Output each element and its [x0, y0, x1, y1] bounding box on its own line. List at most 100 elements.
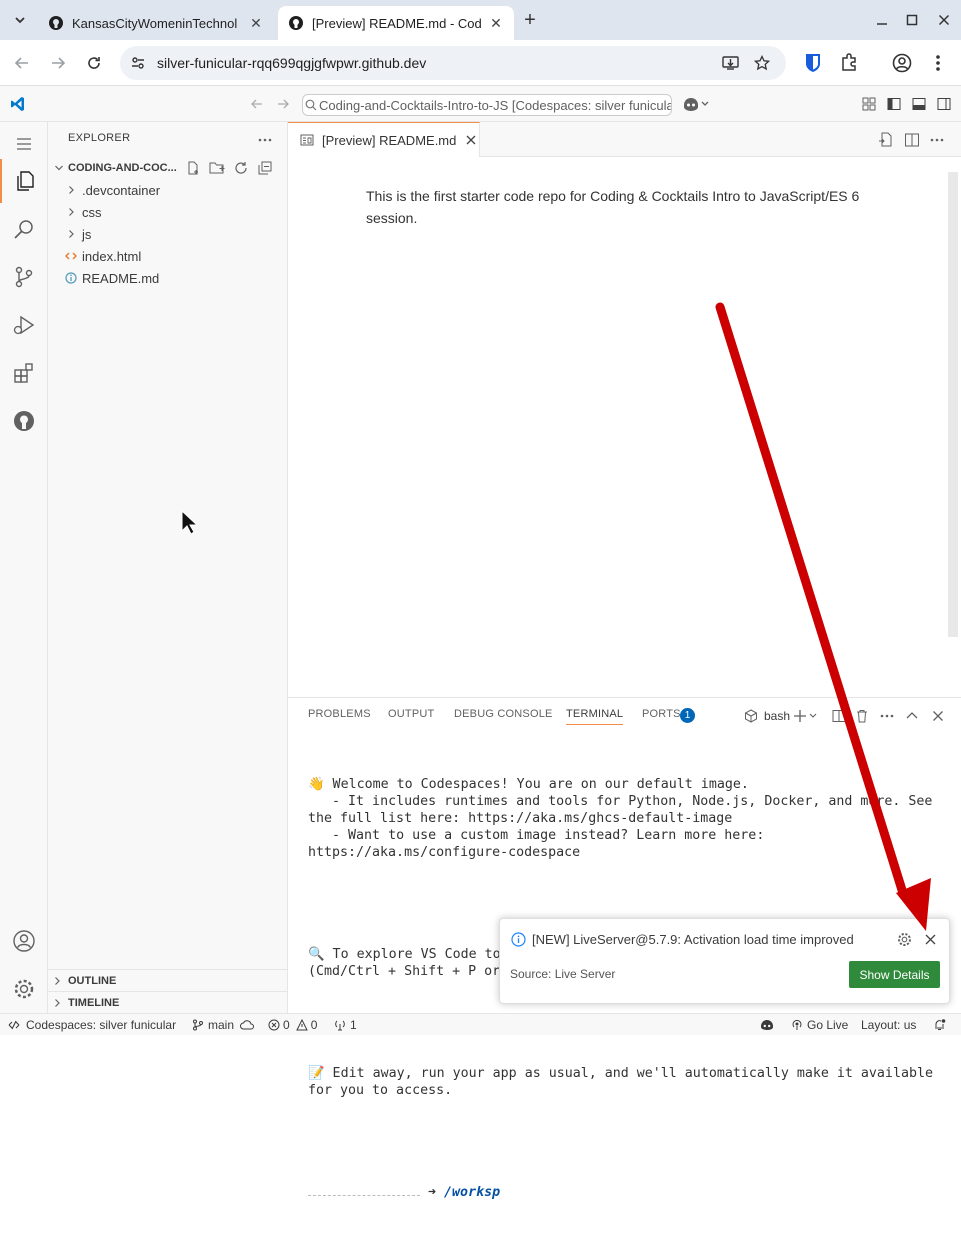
close-tab-icon[interactable]: ✕: [248, 15, 264, 32]
new-folder-icon[interactable]: [209, 161, 225, 175]
close-icon[interactable]: [466, 135, 476, 145]
activity-explorer[interactable]: [0, 159, 48, 203]
forwarded-ports-indicator[interactable]: 1: [334, 1014, 357, 1035]
chevron-right-icon: [69, 230, 74, 238]
activity-source-control[interactable]: [0, 255, 48, 299]
close-window-button[interactable]: [934, 10, 954, 30]
gear-icon[interactable]: [897, 932, 912, 947]
workspace-root[interactable]: CODING-AND-COC...: [48, 157, 287, 179]
tree-item-css[interactable]: css: [48, 201, 287, 223]
panel-tab-terminal[interactable]: TERMINAL: [566, 708, 624, 725]
branch-indicator[interactable]: main: [192, 1014, 254, 1035]
install-app-icon[interactable]: [722, 55, 739, 71]
notifications-bell[interactable]: [933, 1014, 946, 1035]
terminal-shell-label[interactable]: bash: [764, 709, 790, 723]
show-details-button[interactable]: Show Details: [849, 961, 940, 988]
activity-accounts[interactable]: [0, 919, 48, 963]
editor-tab-label: [Preview] README.md: [322, 132, 457, 148]
close-panel-icon[interactable]: [931, 709, 945, 723]
error-icon: [268, 1019, 280, 1030]
go-live-button[interactable]: Go Live: [791, 1014, 848, 1035]
bookmark-star-icon[interactable]: [754, 55, 770, 71]
tree-item-devcontainer[interactable]: .devcontainer: [48, 179, 287, 201]
remote-icon: [8, 1020, 20, 1029]
files-icon: [17, 171, 34, 191]
chrome-menu-icon[interactable]: [934, 53, 942, 73]
notification-toast: [NEW] LiveServer@5.7.9: Activation load …: [499, 918, 950, 1004]
toggle-sidebar-icon[interactable]: [887, 97, 901, 111]
panel-tab-output[interactable]: OUTPUT: [388, 708, 434, 720]
github-icon: [49, 16, 63, 30]
bell-dot-icon: [935, 1019, 946, 1030]
split-editor-icon[interactable]: [904, 132, 920, 148]
problems-indicator[interactable]: 0 0: [268, 1014, 317, 1035]
warning-count: 0: [310, 1017, 318, 1032]
terminal-edit-text: 📝 Edit away, run your app as usual, and …: [308, 1066, 941, 1098]
url-text: silver-funicular-rqq699qgjgfwpwr.github.…: [157, 55, 427, 71]
activity-search[interactable]: [0, 207, 48, 251]
chevron-up-icon[interactable]: [905, 709, 919, 723]
site-info-icon[interactable]: [130, 55, 146, 71]
minimize-button[interactable]: [872, 10, 892, 30]
new-file-icon[interactable]: [186, 161, 200, 175]
outline-section[interactable]: OUTLINE: [48, 969, 287, 991]
tree-item-label: js: [82, 226, 92, 242]
activity-run-debug[interactable]: [0, 303, 48, 347]
copilot-status[interactable]: [760, 1014, 774, 1035]
remote-indicator[interactable]: Codespaces: silver funicular: [0, 1014, 186, 1035]
copilot-icon[interactable]: [682, 96, 710, 112]
more-actions-icon[interactable]: [930, 138, 944, 142]
chevron-right-icon: [69, 208, 74, 216]
tree-item-js[interactable]: js: [48, 223, 287, 245]
warning-icon: [295, 1018, 308, 1030]
panel-tab-debug-console[interactable]: DEBUG CONSOLE: [454, 708, 553, 720]
back-button[interactable]: [11, 52, 33, 74]
browser-tab-title: [Preview] README.md - Cod: [312, 15, 482, 31]
toggle-panel-icon[interactable]: [912, 97, 926, 111]
open-source-icon[interactable]: [878, 132, 894, 148]
split-terminal-icon[interactable]: [832, 709, 846, 723]
activity-manage[interactable]: [0, 967, 48, 1011]
panel-tab-ports[interactable]: PORTS: [642, 708, 681, 720]
nav-back-icon[interactable]: [250, 97, 264, 111]
more-actions-icon[interactable]: [258, 138, 272, 142]
more-actions-icon[interactable]: [880, 714, 894, 718]
redacted-username: [308, 1186, 420, 1196]
customize-layout-icon[interactable]: [862, 97, 876, 111]
editor-tab-readme-preview[interactable]: [Preview] README.md: [288, 122, 480, 157]
panel-tab-problems[interactable]: PROBLEMS: [308, 708, 371, 720]
toggle-secondary-sidebar-icon[interactable]: [937, 97, 951, 111]
nav-forward-icon[interactable]: [276, 97, 290, 111]
tree-item-readme[interactable]: README.md: [48, 267, 287, 289]
close-tab-icon[interactable]: ✕: [488, 15, 504, 32]
activity-github[interactable]: [0, 399, 48, 443]
new-terminal-icon[interactable]: [794, 709, 818, 723]
activity-extensions[interactable]: [0, 351, 48, 395]
collapse-all-icon[interactable]: [258, 161, 272, 175]
forward-button[interactable]: [47, 52, 69, 74]
terminal-shell-icon: [745, 709, 757, 723]
browser-tab-kcwit[interactable]: KansasCityWomeninTechnol ✕: [38, 6, 274, 40]
extensions-puzzle-icon[interactable]: [840, 53, 858, 71]
vscode-logo-icon[interactable]: [10, 96, 26, 112]
address-bar[interactable]: silver-funicular-rqq699qgjgfwpwr.github.…: [120, 46, 786, 80]
gear-icon: [14, 979, 34, 999]
terminal-prompt: ➜ /worksp: [308, 1184, 948, 1201]
tree-item-index-html[interactable]: index.html: [48, 245, 287, 267]
command-center[interactable]: Coding-and-Cocktails-Intro-to-JS [Codesp…: [302, 94, 672, 116]
remote-label: Codespaces: silver funicular: [26, 1017, 177, 1032]
keyboard-layout[interactable]: Layout: us: [861, 1014, 916, 1035]
minimize-icon: [877, 23, 887, 25]
preview-scrollbar[interactable]: [948, 172, 958, 637]
timeline-section[interactable]: TIMELINE: [48, 991, 287, 1013]
browser-tab-readme[interactable]: [Preview] README.md - Cod ✕: [278, 6, 514, 40]
trash-icon[interactable]: [855, 709, 869, 723]
refresh-icon[interactable]: [234, 161, 248, 175]
reload-button[interactable]: [83, 52, 105, 74]
new-tab-button[interactable]: +: [520, 9, 540, 31]
maximize-button[interactable]: [902, 10, 922, 30]
close-icon[interactable]: [924, 933, 937, 946]
bitwarden-extension-icon[interactable]: [804, 53, 822, 73]
tab-search-button[interactable]: [10, 10, 30, 30]
profile-icon[interactable]: [892, 53, 912, 73]
